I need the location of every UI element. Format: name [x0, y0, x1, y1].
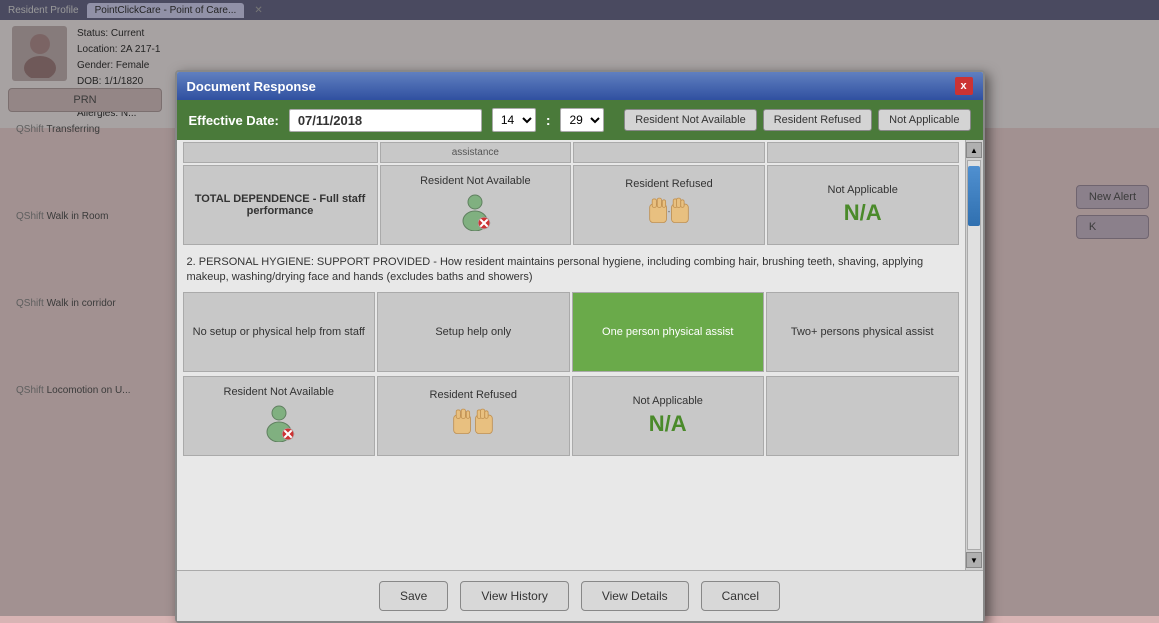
section1-not-available-label: Resident Not Available: [420, 175, 530, 187]
section2-na-text: N/A: [649, 411, 687, 437]
section2-hands-icon: [452, 407, 494, 439]
section2-not-available-label: Resident Not Available: [224, 386, 334, 398]
section2-not-available-cell[interactable]: Resident Not Available: [183, 376, 376, 456]
view-details-button[interactable]: View Details: [581, 581, 689, 611]
resident-refused-header-btn[interactable]: Resident Refused: [763, 109, 872, 131]
section1-na-text: N/A: [844, 200, 882, 226]
section2-refused-cell[interactable]: Resident Refused: [377, 376, 570, 456]
modal-content-area: assistance TOTAL DEPENDENCE - Full staff…: [177, 140, 983, 570]
section1-na-cell[interactable]: Not Applicable N/A: [767, 165, 959, 245]
section1-label-cell: TOTAL DEPENDENCE - Full staff performanc…: [183, 165, 378, 245]
modal-scrollbar[interactable]: ▲ ▼: [965, 140, 983, 570]
section2-two-person-cell[interactable]: Two+ persons physical assist: [766, 292, 959, 372]
section2-row2: Resident Not Available Resident Refused: [177, 374, 965, 458]
section1-not-available-cell[interactable]: Resident Not Available: [380, 165, 572, 245]
section2-no-setup-cell[interactable]: No setup or physical help from staff: [183, 292, 376, 372]
minute-select[interactable]: 29 30: [560, 108, 604, 132]
scrollbar-down-button[interactable]: ▼: [966, 552, 982, 568]
person-not-available-icon: [456, 193, 494, 231]
not-applicable-header-btn[interactable]: Not Applicable: [878, 109, 970, 131]
header-cell-empty2: [573, 142, 765, 163]
hour-select[interactable]: 14 15: [492, 108, 536, 132]
section2-refused-label: Resident Refused: [430, 389, 517, 401]
resident-not-available-header-btn[interactable]: Resident Not Available: [624, 109, 756, 131]
section2-na-label: Not Applicable: [633, 395, 703, 407]
modal-title: Document Response: [187, 79, 316, 94]
section2-one-person-cell[interactable]: One person physical assist: [572, 292, 765, 372]
header-cell-assistance: assistance: [380, 142, 572, 163]
modal-close-button[interactable]: x: [955, 77, 973, 95]
scrollbar-track[interactable]: [967, 160, 981, 550]
save-button[interactable]: Save: [379, 581, 448, 611]
document-response-modal: Document Response x Effective Date: 14 1…: [175, 70, 985, 623]
section2-description: 2. PERSONAL HYGIENE: SUPPORT PROVIDED - …: [177, 247, 965, 290]
cancel-button[interactable]: Cancel: [701, 581, 780, 611]
modal-titlebar: Document Response x: [177, 72, 983, 100]
section2-na-cell[interactable]: Not Applicable N/A: [572, 376, 765, 456]
section2-person-not-available-icon: [260, 404, 298, 442]
header-cell-empty: [183, 142, 378, 163]
modal-scroll-area: assistance TOTAL DEPENDENCE - Full staff…: [177, 140, 965, 570]
section2-row1: No setup or physical help from staff Set…: [177, 290, 965, 374]
scrollbar-thumb[interactable]: [968, 166, 980, 226]
effective-date-row: Effective Date: 14 15 : 29 30 Resident N…: [177, 100, 983, 140]
section2-setup-help-cell[interactable]: Setup help only: [377, 292, 570, 372]
modal-overlay: Document Response x Effective Date: 14 1…: [0, 0, 1159, 616]
scrollbar-up-button[interactable]: ▲: [966, 142, 982, 158]
section1-header-row: assistance: [177, 140, 965, 163]
section1-refused-label: Resident Refused: [625, 178, 712, 190]
view-history-button[interactable]: View History: [460, 581, 568, 611]
effective-date-label: Effective Date:: [189, 113, 279, 128]
header-cell-empty3: [767, 142, 959, 163]
modal-footer: Save View History View Details Cancel: [177, 570, 983, 621]
section1-main-row: TOTAL DEPENDENCE - Full staff performanc…: [177, 163, 965, 247]
section1-refused-cell[interactable]: Resident Refused: [573, 165, 765, 245]
section2-empty-cell[interactable]: [766, 376, 959, 456]
effective-date-input[interactable]: [289, 109, 482, 132]
header-action-buttons: Resident Not Available Resident Refused …: [624, 109, 970, 131]
hands-refused-icon: [648, 196, 690, 228]
section1-na-label: Not Applicable: [828, 184, 898, 196]
time-colon: :: [546, 112, 551, 128]
